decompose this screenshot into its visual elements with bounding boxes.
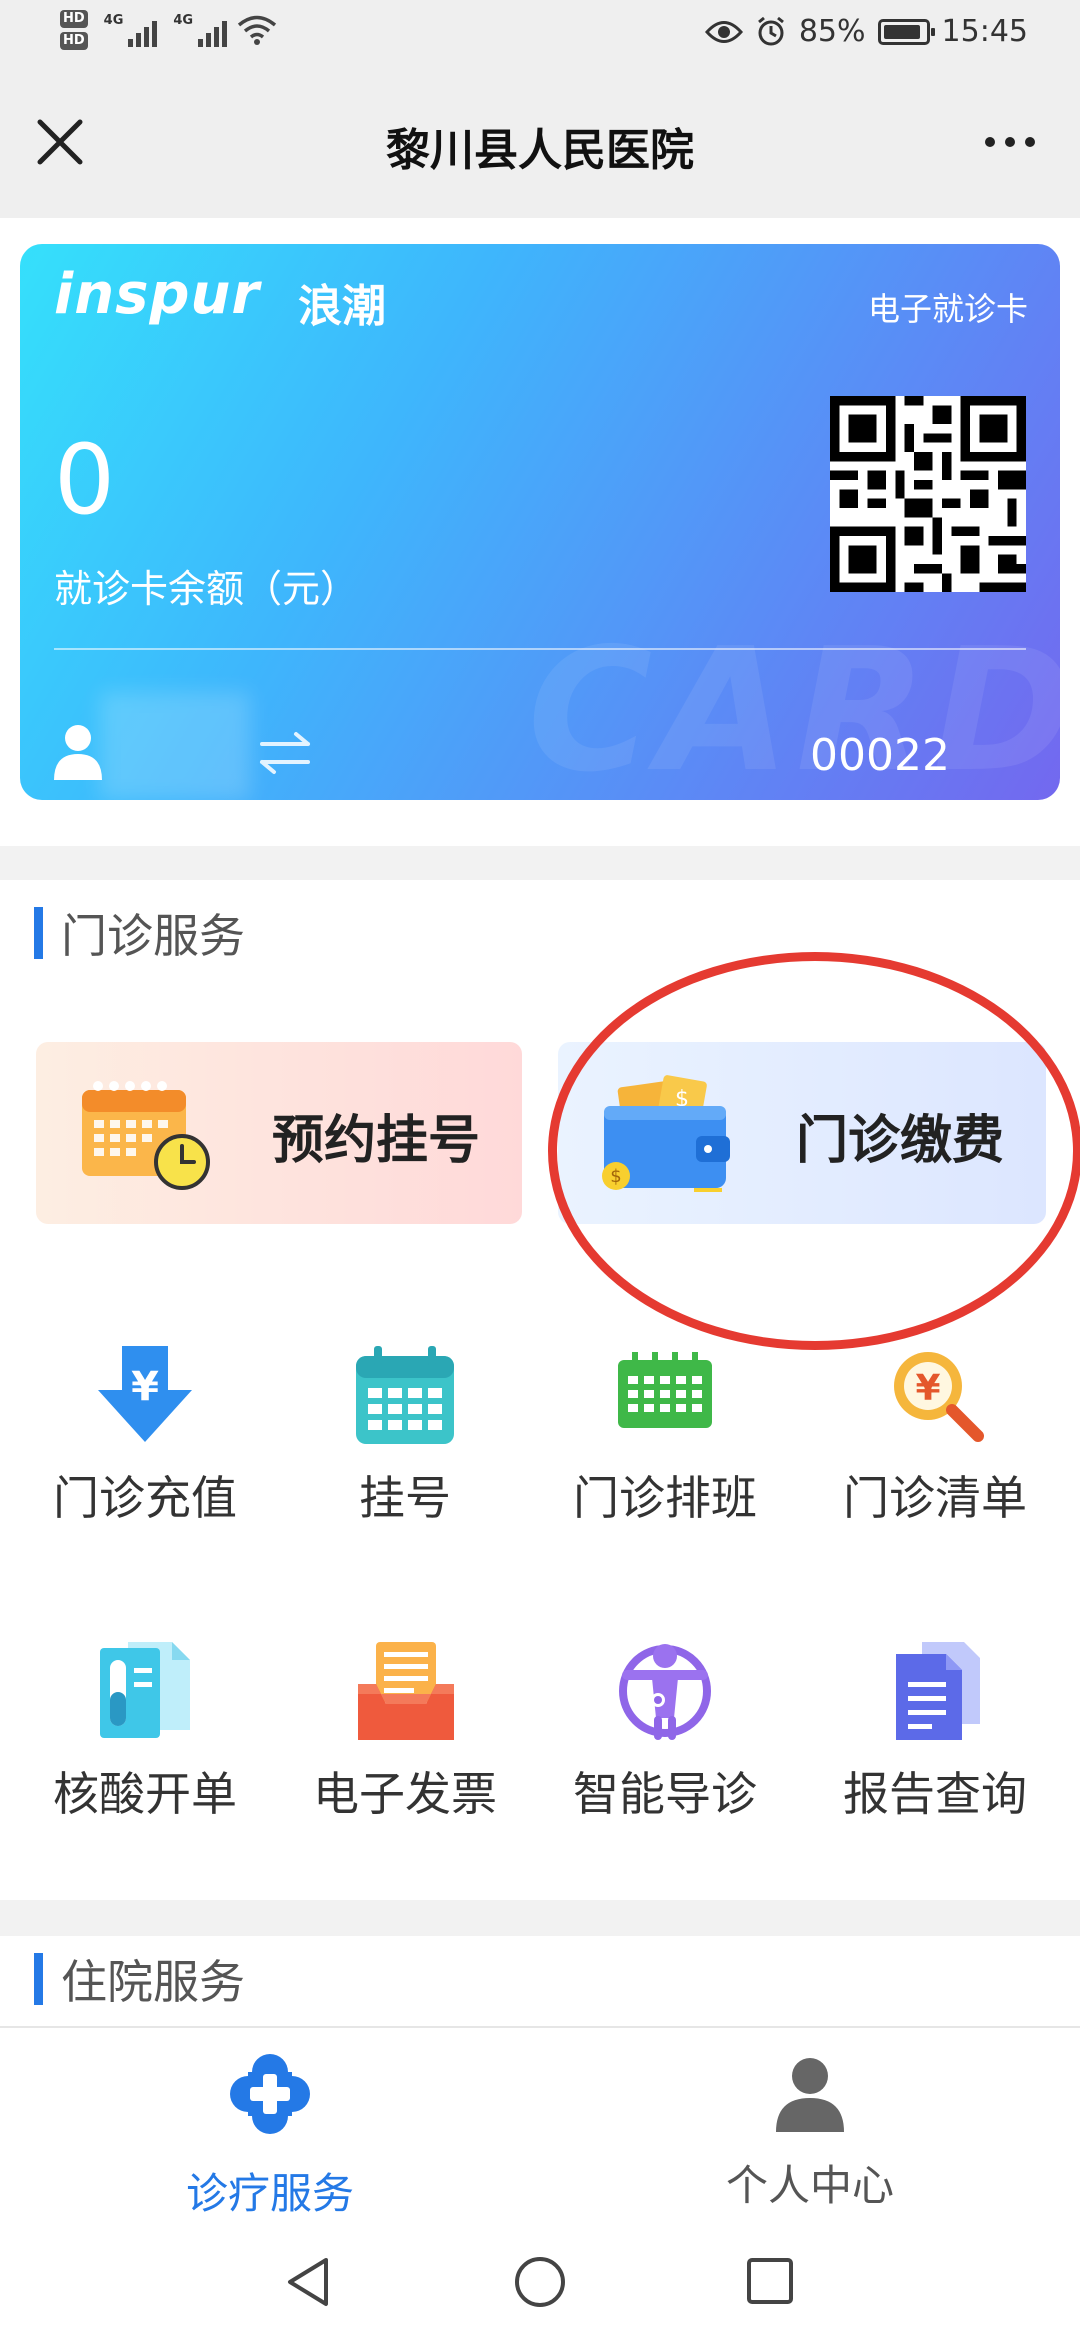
report-doc-icon	[896, 1642, 980, 1740]
brand-logo-cn: 浪潮	[298, 281, 386, 332]
title-bar: 黎川县人民医院	[0, 72, 1080, 218]
signal-icon-2: 4G	[173, 13, 228, 47]
yuan-search-icon: ¥	[894, 1352, 984, 1442]
appointment-label: 预约挂号	[271, 1111, 480, 1171]
battery-percent: 85%	[798, 14, 866, 49]
clock: 15:45	[941, 14, 1028, 49]
inpatient-section: 住院服务	[0, 1936, 1080, 2026]
svg-text:¥: ¥	[131, 1364, 159, 1410]
wifi-icon	[237, 15, 277, 45]
calendar-icon	[356, 1346, 454, 1444]
more-dot	[985, 137, 995, 147]
grid-label: 门诊清单	[843, 1471, 1027, 1525]
grid-item-registration[interactable]: 挂号	[270, 1342, 540, 1542]
invoice-tray-icon	[358, 1642, 454, 1740]
qr-code-icon[interactable]	[830, 396, 1026, 592]
card-balance-label: 就诊卡余额（元）	[54, 567, 359, 611]
grid-item-outpatient-list[interactable]: ¥ 门诊清单	[800, 1342, 1070, 1542]
grid-label: 电子发票	[313, 1767, 497, 1821]
page-title: 黎川县人民医院	[386, 125, 694, 176]
status-left: HD HD 4G 4G	[60, 10, 277, 50]
card-holder-name-blurred	[100, 692, 250, 800]
section-title-bar	[34, 1953, 43, 2005]
tab-personal-center[interactable]: 个人中心	[630, 2042, 990, 2222]
medical-card[interactable]: CARD inspur 浪潮 电子就诊卡 0 就诊卡余额（元） 00022	[20, 244, 1060, 800]
status-right: 85% 15:45	[704, 14, 1028, 49]
more-button[interactable]	[970, 112, 1050, 172]
home-icon[interactable]	[512, 2254, 568, 2310]
status-bar: HD HD 4G 4G 85% 15:45	[0, 0, 1080, 72]
grid-label: 报告查询	[843, 1767, 1027, 1821]
card-balance: 0	[54, 424, 116, 536]
more-dot	[1005, 137, 1015, 147]
network-type-1: 4G	[103, 13, 124, 28]
tab-clinical-services[interactable]: 诊疗服务	[90, 2042, 450, 2222]
svg-text:¥: ¥	[915, 1368, 940, 1409]
grid-item-outpatient-schedule[interactable]: 门诊排班	[530, 1342, 800, 1542]
grid-item-e-invoice[interactable]: 电子发票	[270, 1638, 540, 1838]
grid-label: 门诊排班	[573, 1471, 757, 1525]
svg-text:$: $	[610, 1166, 621, 1187]
card-divider	[54, 648, 1026, 650]
alarm-icon	[757, 16, 784, 45]
tab-label: 个人中心	[725, 2161, 894, 2210]
outpatient-payment-label: 门诊缴费	[795, 1111, 1004, 1171]
hd-badges: HD HD	[60, 10, 88, 50]
grid-item-outpatient-recharge[interactable]: ¥ 门诊充值	[10, 1342, 280, 1542]
section-title-text: 门诊服务	[61, 909, 245, 963]
bottom-nav: 诊疗服务 个人中心	[0, 2026, 1080, 2226]
card-number: 00022	[810, 730, 950, 781]
section-title-bar	[34, 907, 43, 959]
grid-item-smart-guide[interactable]: 智能导诊	[530, 1638, 800, 1838]
section-title: 门诊服务	[34, 904, 245, 963]
test-tube-doc-icon	[100, 1642, 190, 1738]
brand-logo: inspur	[54, 262, 260, 327]
grid-label: 门诊充值	[53, 1471, 237, 1525]
grid-label: 挂号	[359, 1471, 451, 1525]
hd-badge-2: HD	[60, 32, 88, 50]
grid-label: 智能导诊	[573, 1767, 757, 1821]
outpatient-payment-button[interactable]: $ $ 门诊缴费	[558, 1042, 1046, 1224]
back-icon[interactable]	[282, 2254, 336, 2310]
grid-item-report-query[interactable]: 报告查询	[800, 1638, 1070, 1838]
grid-label: 核酸开单	[53, 1767, 237, 1821]
section-title-text: 住院服务	[61, 1955, 245, 2009]
medical-cross-icon	[230, 2054, 310, 2134]
card-section: CARD inspur 浪潮 电子就诊卡 0 就诊卡余额（元） 00022	[0, 218, 1080, 846]
outpatient-section: 门诊服务 预约挂号 $ $ 门诊缴费 ¥ 门诊充值 挂号 门诊排班 ¥ 门诊清单…	[0, 880, 1080, 1900]
grid-item-nucleic-acid-order[interactable]: 核酸开单	[10, 1638, 280, 1838]
system-nav-bar	[0, 2226, 1080, 2340]
schedule-icon	[618, 1352, 712, 1428]
more-dot	[1025, 137, 1035, 147]
appointment-button[interactable]: 预约挂号	[36, 1042, 522, 1224]
tab-label: 诊疗服务	[185, 2169, 354, 2218]
section-title: 住院服务	[34, 1950, 245, 2009]
battery-icon	[877, 18, 935, 45]
hd-badge-1: HD	[60, 10, 88, 28]
guide-person-icon	[619, 1644, 711, 1740]
person-icon	[776, 2058, 844, 2132]
card-type-label: 电子就诊卡	[867, 290, 1028, 328]
yuan-download-icon: ¥	[98, 1346, 192, 1442]
wallet-icon: $ $	[602, 1075, 730, 1192]
eye-icon	[704, 20, 743, 43]
card-holder-avatar-icon	[54, 725, 102, 780]
signal-icon: 4G	[104, 13, 158, 47]
swap-arrows-icon[interactable]	[256, 730, 314, 776]
network-type-2: 4G	[173, 13, 194, 28]
card-watermark: CARD	[527, 612, 1060, 800]
recents-icon[interactable]	[744, 2254, 796, 2310]
calendar-clock-icon	[82, 1081, 210, 1190]
